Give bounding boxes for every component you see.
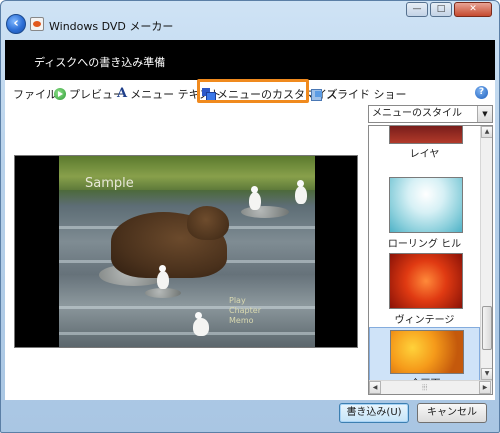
gull-image <box>249 186 261 210</box>
menu-style-list: レイヤ ローリング ヒル ヴィンテージ 全画面 ▲ ▼ ◀ ⦙⦙⦙ ▶ <box>368 125 493 395</box>
highlight-frame <box>197 79 309 103</box>
style-item-layer[interactable]: レイヤ <box>369 126 480 160</box>
menu-style-dropdown-value: メニューのスタイル <box>372 108 462 119</box>
title-bar: ‹ Windows DVD メーカー — □ ✕ <box>0 0 500 40</box>
page-banner: ディスクへの書き込み準備 <box>5 40 495 80</box>
window-controls: — □ ✕ <box>406 2 492 17</box>
maximize-button[interactable]: □ <box>430 2 452 17</box>
close-button[interactable]: ✕ <box>454 2 492 17</box>
style-item-label: レイヤ <box>409 149 440 160</box>
scroll-up-icon[interactable]: ▲ <box>481 126 492 138</box>
menu-entry-play: Play <box>229 296 246 305</box>
style-thumbnail <box>390 330 464 374</box>
page-title: ディスクへの書き込み準備 <box>34 56 166 69</box>
style-item-label: ヴィンテージ <box>394 315 455 326</box>
menu-entry-memo: Memo <box>229 316 254 325</box>
preview-label: プレビュー <box>69 88 124 101</box>
water-ripple <box>59 332 315 335</box>
file-menu-label: ファイル <box>13 88 57 101</box>
minimize-button[interactable]: — <box>406 2 428 17</box>
preview-video: Sample Play Chapter Memo <box>59 156 315 347</box>
chevron-down-icon[interactable]: ▼ <box>477 106 492 122</box>
style-item-vintage[interactable]: ヴィンテージ <box>369 253 480 326</box>
horizontal-scrollbar[interactable]: ◀ ⦙⦙⦙ ▶ <box>369 380 492 394</box>
back-arrow-icon[interactable]: ‹ <box>6 14 26 34</box>
style-thumbnail <box>389 126 463 144</box>
main-content: ファイル プレビュー A メニュー テキスト メニューのカスタマイズ スライド … <box>5 79 495 400</box>
play-icon <box>54 88 66 100</box>
rock <box>145 288 181 298</box>
menu-preview: Sample Play Chapter Memo <box>14 155 358 348</box>
scroll-left-icon[interactable]: ◀ <box>369 381 381 394</box>
file-menu[interactable]: ファイル <box>13 86 57 102</box>
slideshow-button[interactable]: スライド ショー <box>311 86 407 102</box>
vertical-scrollbar[interactable]: ▲ ▼ <box>480 126 492 380</box>
scrollbar-thumb[interactable] <box>482 306 492 350</box>
cancel-button[interactable]: キャンセル <box>417 403 487 423</box>
scroll-down-icon[interactable]: ▼ <box>481 368 492 380</box>
slideshow-icon <box>311 88 323 101</box>
window-title: Windows DVD メーカー <box>49 20 174 33</box>
gull-image <box>295 180 307 204</box>
menu-entry-chapter: Chapter <box>229 306 261 315</box>
menu-entries: Play Chapter Memo <box>229 296 261 326</box>
gull-image <box>193 312 209 336</box>
menu-title-text: Sample <box>85 176 134 191</box>
gull-image <box>157 265 169 289</box>
scroll-grip-icon: ⦙⦙⦙ <box>422 383 428 392</box>
rock <box>241 206 289 218</box>
preview-button[interactable]: プレビュー <box>54 86 124 102</box>
water-ripple <box>59 306 315 309</box>
toolbar: ファイル プレビュー A メニュー テキスト メニューのカスタマイズ スライド … <box>5 79 495 104</box>
help-icon[interactable]: ? <box>475 86 488 99</box>
burn-button[interactable]: 書き込み(U) <box>339 403 409 423</box>
dvd-maker-app-icon <box>30 17 44 31</box>
scroll-right-icon[interactable]: ▶ <box>479 381 491 394</box>
text-icon: A <box>117 86 128 101</box>
bear-head-image <box>187 206 229 240</box>
style-thumbnail <box>389 177 463 233</box>
slideshow-label: スライド ショー <box>326 88 407 101</box>
style-item-rolling-hills[interactable]: ローリング ヒル <box>369 177 480 250</box>
action-bar: 書き込み(U) キャンセル <box>5 400 495 428</box>
style-thumbnail <box>389 253 463 309</box>
menu-style-dropdown[interactable]: メニューのスタイル ▼ <box>368 105 493 123</box>
style-item-label: ローリング ヒル <box>387 239 462 250</box>
